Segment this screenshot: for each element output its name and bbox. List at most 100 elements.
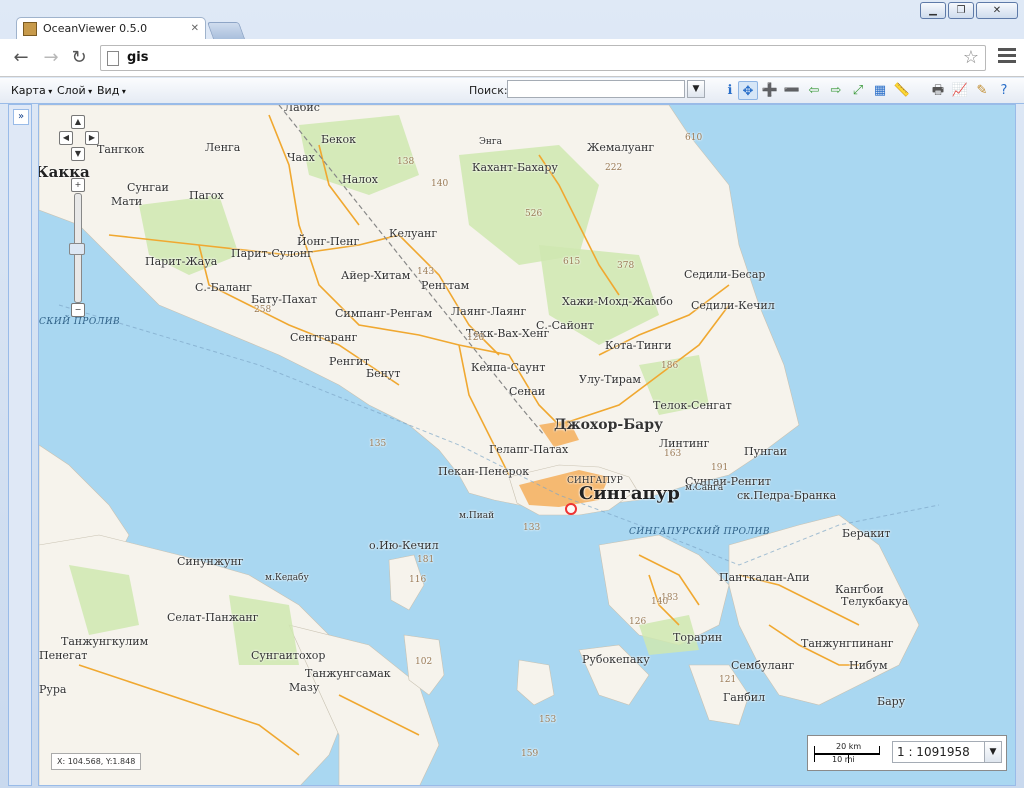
scale-tick xyxy=(879,746,880,755)
place-label: Седили-Бесар xyxy=(684,268,766,281)
grid-tool-icon[interactable]: ▦ xyxy=(870,81,890,100)
pan-left-button[interactable]: ◀ xyxy=(59,131,73,145)
place-label: Бару xyxy=(877,695,906,708)
location-marker-icon[interactable] xyxy=(565,503,577,515)
zoom-slider-thumb[interactable] xyxy=(69,243,85,255)
place-label: СИНГАПУРСКИЙ ПРОЛИВ xyxy=(629,527,770,537)
place-label: Танжунгсамак xyxy=(305,667,391,680)
expand-panel-button[interactable]: » xyxy=(13,109,29,125)
place-label: Сунгаи xyxy=(127,181,169,194)
forward-arrow-icon[interactable]: → xyxy=(40,47,62,69)
browser-tab[interactable]: OceanViewer 0.5.0 ✕ xyxy=(16,17,206,39)
place-label: Кеяпа-Саунт xyxy=(471,361,546,374)
spot-height-label: 222 xyxy=(605,163,623,173)
print-tool-icon[interactable]: 🖶 xyxy=(928,81,948,100)
place-label: м.Санга xyxy=(685,483,724,493)
place-label: Сингапур xyxy=(579,483,680,504)
place-label: Налох xyxy=(342,173,378,186)
pan-tool-icon[interactable]: ✥ xyxy=(738,81,758,100)
menu-view[interactable]: Вид xyxy=(97,84,126,97)
place-label: Танжунгпинанг xyxy=(801,637,894,650)
spot-height-label: 140 xyxy=(651,597,669,607)
zoom-out-tool-icon[interactable]: ➖ xyxy=(782,81,802,100)
info-tool-icon[interactable]: ℹ xyxy=(720,81,740,100)
pan-right-button[interactable]: ▶ xyxy=(85,131,99,145)
search-input[interactable] xyxy=(507,80,685,98)
place-label: Бенут xyxy=(366,367,401,380)
place-label: Кота-Тинги xyxy=(605,339,672,352)
forward-tool-icon[interactable]: ⇨ xyxy=(826,81,846,100)
bookmark-star-icon[interactable]: ☆ xyxy=(963,47,979,68)
place-label: Пагох xyxy=(189,189,224,202)
map-favicon-icon xyxy=(23,21,37,36)
reload-icon[interactable]: ↻ xyxy=(68,47,90,69)
place-label: С.-Сайонт xyxy=(536,319,594,332)
spot-height-label: 143 xyxy=(417,267,435,277)
place-label: ск.Педра-Бранка xyxy=(737,489,837,502)
search-dropdown-button[interactable]: ▼ xyxy=(687,80,705,98)
spot-height-label: 186 xyxy=(661,361,679,371)
place-label: Танжунгкулим xyxy=(61,635,149,648)
spot-height-label: 120 xyxy=(467,333,485,343)
place-label: Сунгаитохор xyxy=(251,649,326,662)
spot-height-label: 191 xyxy=(711,463,729,473)
place-label: Селат-Панжанг xyxy=(167,611,259,624)
place-label: Тангкок xyxy=(97,143,145,156)
menu-layer[interactable]: Слой xyxy=(57,84,92,97)
spot-height-label: 258 xyxy=(254,305,272,315)
spot-height-label: 615 xyxy=(563,257,581,267)
spot-height-label: 126 xyxy=(629,617,647,627)
spot-height-label: 102 xyxy=(415,657,433,667)
map-viewport[interactable]: Лабис Тангкок Бекок Жемалуанг Ленга Чаах Какка… xyxy=(38,104,1016,786)
maximize-button[interactable]: ❐ xyxy=(948,2,974,19)
edit-tool-icon[interactable]: ✎ xyxy=(972,81,992,100)
ruler-tool-icon[interactable]: 📏 xyxy=(892,81,912,100)
pan-down-button[interactable]: ▼ xyxy=(71,147,85,161)
window-controls: ▁ ❐ ✕ xyxy=(920,2,1018,19)
back-tool-icon[interactable]: ⇦ xyxy=(804,81,824,100)
zoom-in-tool-icon[interactable]: ➕ xyxy=(760,81,780,100)
place-label: Сенаи xyxy=(509,385,546,398)
scale-mi-label: 10 mi xyxy=(832,755,855,764)
place-label: Телукбакуа xyxy=(841,595,909,608)
new-tab-button[interactable] xyxy=(206,22,246,39)
close-window-button[interactable]: ✕ xyxy=(976,2,1018,19)
back-arrow-icon[interactable]: ← xyxy=(10,47,32,69)
place-label: Айер-Хитам xyxy=(341,269,411,282)
spot-height-label: 121 xyxy=(719,675,737,685)
place-label: Рубокепаку xyxy=(582,653,650,666)
address-bar[interactable]: gis ☆ xyxy=(100,45,986,71)
full-extent-tool-icon[interactable]: ⤢ xyxy=(848,81,868,100)
place-label: Телок-Сенгат xyxy=(653,399,732,412)
tab-close-icon[interactable]: ✕ xyxy=(191,23,199,34)
app-toolbar: Карта Слой Вид Поиск: ▼ ℹ✥➕➖⇦⇨⤢▦📏 🖶📈✎? xyxy=(0,78,1024,104)
place-label: Сембуланг xyxy=(731,659,795,672)
place-label: Ленга xyxy=(205,141,241,154)
zoom-in-button[interactable]: + xyxy=(71,178,85,192)
scale-select[interactable]: 1 : 1091958 ▼ xyxy=(892,741,1002,763)
spot-height-label: 159 xyxy=(521,749,539,759)
scale-dropdown-icon[interactable]: ▼ xyxy=(984,742,1001,762)
place-label: Пекан-Пенерок xyxy=(438,465,530,478)
pan-up-button[interactable]: ▲ xyxy=(71,115,85,129)
place-label: Гелапг-Патах xyxy=(489,443,569,456)
place-label: Ренгит xyxy=(329,355,370,368)
place-label: Энга xyxy=(479,137,502,147)
zoom-out-button[interactable]: − xyxy=(71,303,85,317)
place-label: Ганбил xyxy=(723,691,766,704)
minimize-button[interactable]: ▁ xyxy=(920,2,946,19)
place-label: Нибум xyxy=(849,659,888,672)
place-label: Пенегат xyxy=(39,649,88,662)
place-label: м.Кедабу xyxy=(265,573,309,583)
place-label: Синунжунг xyxy=(177,555,244,568)
place-label: Чаах xyxy=(287,151,315,164)
place-label: Жемалуанг xyxy=(587,141,655,154)
menu-map[interactable]: Карта xyxy=(11,84,52,97)
chart-tool-icon[interactable]: 📈 xyxy=(950,81,970,100)
page-icon xyxy=(107,51,119,66)
coordinate-readout: X: 104.568, Y:1.848 xyxy=(51,753,142,770)
browser-menu-icon[interactable] xyxy=(998,48,1016,66)
place-label: Хажи-Мохд-Жамбо xyxy=(562,295,673,308)
spot-height-label: 133 xyxy=(523,523,541,533)
help-tool-icon[interactable]: ? xyxy=(994,81,1014,100)
